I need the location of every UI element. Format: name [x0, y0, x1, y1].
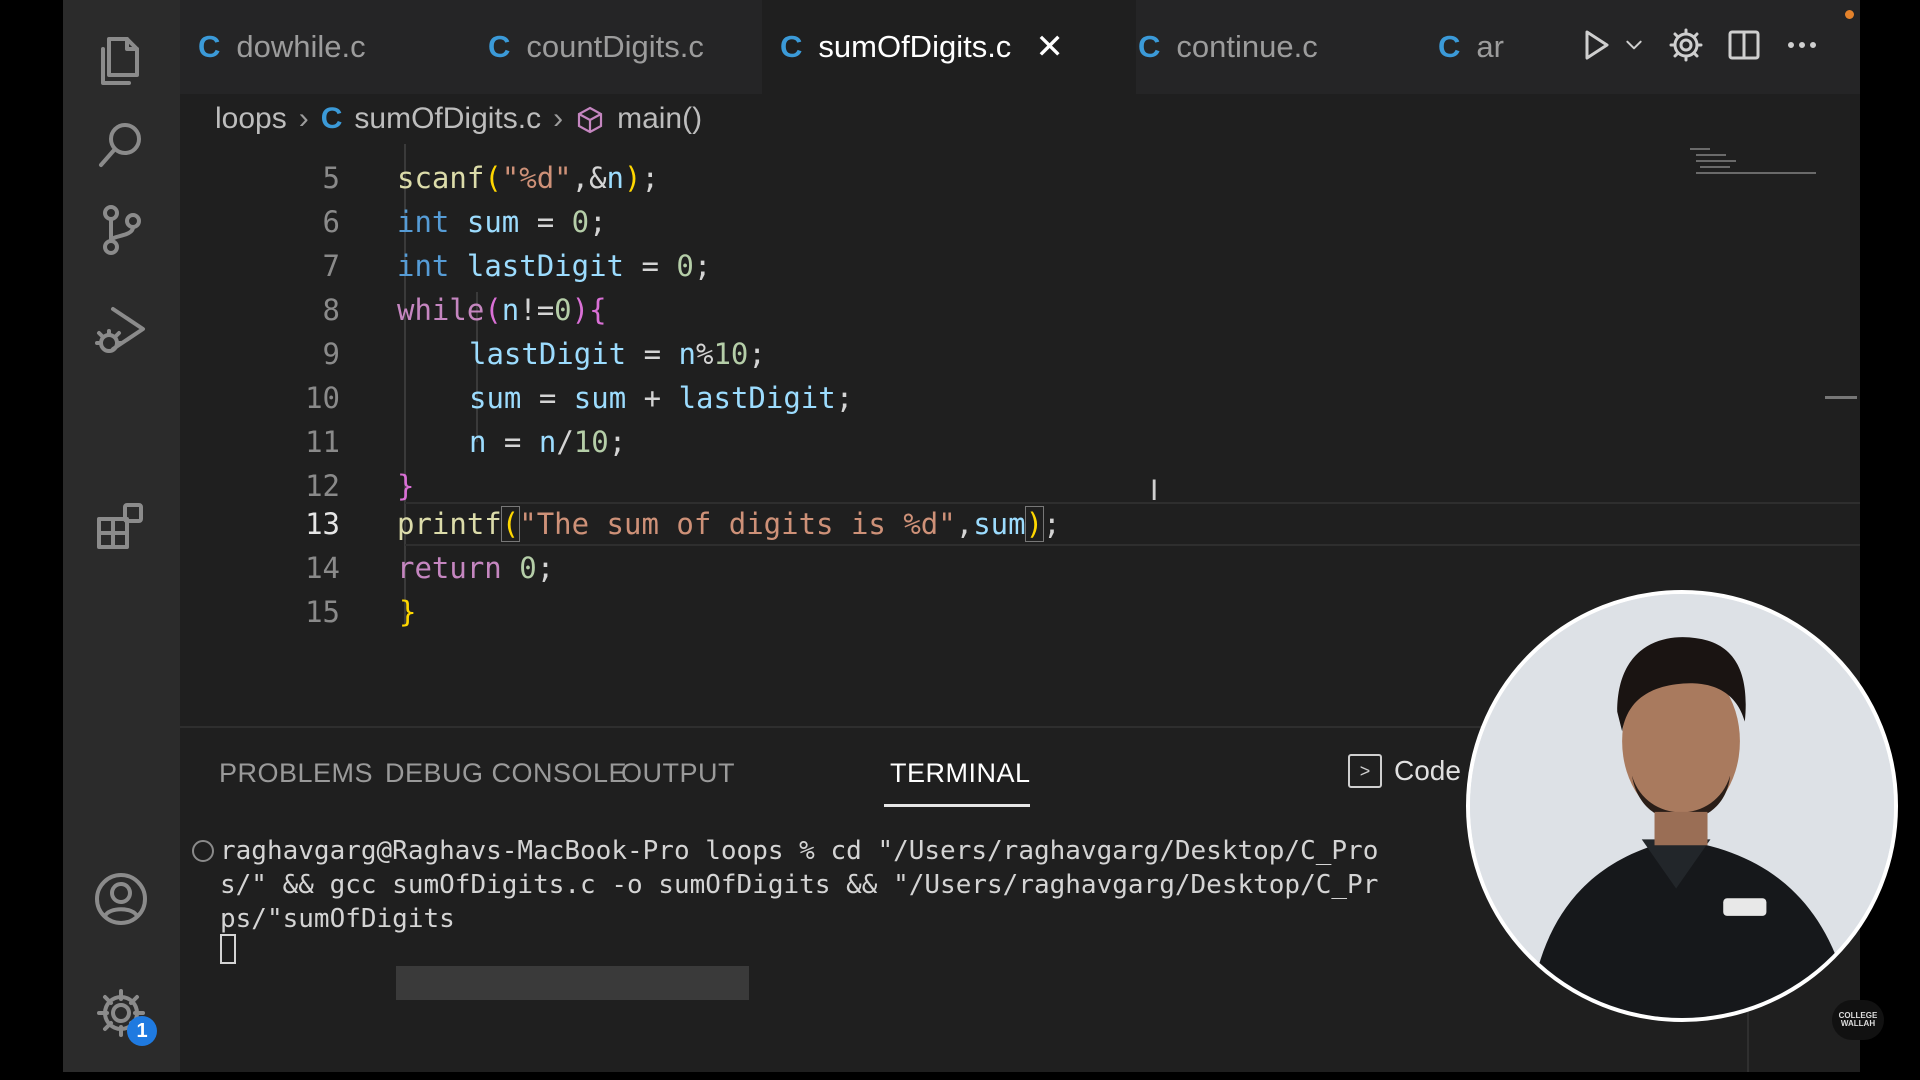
tab-output[interactable]: OUTPUT	[621, 758, 735, 789]
line-number: 8	[322, 293, 340, 327]
tab-label: countDigits.c	[526, 29, 704, 64]
run-icon[interactable]	[1578, 27, 1614, 68]
settings-gear-icon[interactable]	[1668, 27, 1704, 68]
code-text: }	[399, 595, 417, 629]
cube-symbol-icon	[575, 102, 605, 136]
code-text: scanf("%d",&n);	[397, 161, 659, 195]
tab-label: sumOfDigits.c	[818, 29, 1012, 64]
breadcrumb-symbol[interactable]: main()	[617, 102, 702, 136]
c-file-icon: C	[320, 102, 343, 135]
close-icon[interactable]: ✕	[1035, 27, 1064, 67]
code-line[interactable]: 9 lastDigit = n%10;	[180, 332, 1760, 376]
code-line-current[interactable]: 13 printf("The sum of digits is %d",sum)…	[180, 502, 1760, 546]
line-number: 6	[322, 205, 340, 239]
tab-sumofdigits[interactable]: C sumOfDigits.c ✕	[762, 0, 1136, 94]
code-line[interactable]: 5 scanf("%d",&n);	[180, 156, 1760, 200]
explorer-icon[interactable]	[88, 28, 154, 94]
code-line[interactable]: 15 }	[180, 590, 1760, 634]
minimap[interactable]	[1690, 144, 1820, 184]
code-text: printf("The sum of digits is %d",sum);	[397, 506, 1061, 542]
account-icon[interactable]	[88, 866, 154, 932]
line-number: 11	[305, 425, 340, 459]
code-line[interactable]: 7 int lastDigit = 0;	[180, 244, 1760, 288]
code-line[interactable]: 6 int sum = 0;	[180, 200, 1760, 244]
watermark-logo: COLLEGE WALLAH	[1832, 1000, 1884, 1040]
line-number: 5	[322, 161, 340, 195]
tab-problems[interactable]: PROBLEMS	[219, 758, 373, 789]
code-text: int lastDigit = 0;	[397, 249, 712, 283]
more-actions-icon[interactable]	[1784, 27, 1820, 68]
search-icon[interactable]	[88, 112, 154, 178]
terminal-output[interactable]: raghavgarg@Raghavs-MacBook-Pro loops % c…	[220, 834, 1378, 936]
chevron-right-icon: ›	[553, 102, 564, 135]
tab-label: dowhile.c	[236, 29, 366, 64]
chevron-right-icon: ›	[298, 102, 309, 135]
line-number: 14	[305, 551, 340, 585]
code-text: return 0;	[397, 551, 555, 585]
settings-update-badge: 1	[127, 1016, 157, 1046]
presenter-video	[1470, 594, 1894, 1018]
webcam-overlay	[1466, 590, 1898, 1022]
terminal-line: s/" && gcc sumOfDigits.c -o sumOfDigits …	[220, 870, 1379, 900]
tab-dowhile[interactable]: C dowhile.c	[180, 0, 408, 94]
tab-debug-console[interactable]: DEBUG CONSOLE	[385, 758, 627, 789]
tab-label: continue.c	[1176, 29, 1318, 64]
c-file-icon: C	[488, 29, 511, 64]
line-number: 15	[305, 595, 340, 629]
code-line[interactable]: 11 n = n/10;	[180, 420, 1760, 464]
active-tab-indicator	[884, 804, 1030, 807]
tab-label: ar	[1476, 29, 1504, 64]
line-number: 13	[305, 507, 340, 541]
notification-dot	[1845, 10, 1854, 19]
code-text: sum = sum + lastDigit;	[469, 381, 854, 415]
tab-ar[interactable]: C ar	[1420, 0, 1548, 94]
extensions-icon[interactable]	[88, 494, 154, 560]
text-cursor-icon: I	[1150, 474, 1159, 507]
terminal-icon: >	[1348, 754, 1382, 788]
command-status-icon	[192, 840, 214, 862]
breadcrumb-folder[interactable]: loops	[215, 102, 287, 136]
activity-bar: 1	[63, 0, 180, 1072]
tab-continue[interactable]: C continue.c	[1120, 0, 1418, 94]
code-text: while(n!=0){	[397, 293, 607, 327]
breadcrumb-file[interactable]: sumOfDigits.c	[354, 102, 541, 136]
line-number: 9	[322, 337, 340, 371]
run-debug-icon[interactable]	[88, 296, 154, 362]
editor-tab-bar: C dowhile.c C countDigits.c C sumOfDigit…	[180, 0, 1860, 94]
code-line[interactable]: 14 return 0;	[180, 546, 1760, 590]
tab-countdigits[interactable]: C countDigits.c	[470, 0, 748, 94]
source-control-icon[interactable]	[88, 196, 154, 262]
scrollbar-marker[interactable]	[1825, 396, 1857, 399]
c-file-icon: C	[1138, 29, 1161, 64]
code-line[interactable]: 8 while(n!=0){	[180, 288, 1760, 332]
breadcrumb: loops › C sumOfDigits.c › main()	[180, 94, 1860, 144]
terminal-cursor	[220, 934, 236, 964]
code-line[interactable]: 10 sum = sum + lastDigit;	[180, 376, 1760, 420]
horizontal-scrollbar[interactable]	[396, 966, 749, 1000]
editor-actions	[1564, 0, 1820, 94]
code-text: int sum = 0;	[397, 205, 607, 239]
c-file-icon: C	[780, 29, 803, 64]
c-file-icon: C	[198, 29, 221, 64]
terminal-line: ps/"sumOfDigits	[220, 904, 455, 934]
code-text: lastDigit = n%10;	[469, 337, 766, 371]
code-text: n = n/10;	[469, 425, 627, 459]
chevron-down-icon[interactable]	[1622, 33, 1646, 62]
terminal-line: raghavgarg@Raghavs-MacBook-Pro loops % c…	[220, 836, 1379, 866]
line-number: 7	[322, 249, 340, 283]
split-editor-icon[interactable]	[1726, 27, 1762, 68]
c-file-icon: C	[1438, 29, 1461, 64]
line-number: 10	[305, 381, 340, 415]
tab-terminal[interactable]: TERMINAL	[890, 758, 1031, 789]
